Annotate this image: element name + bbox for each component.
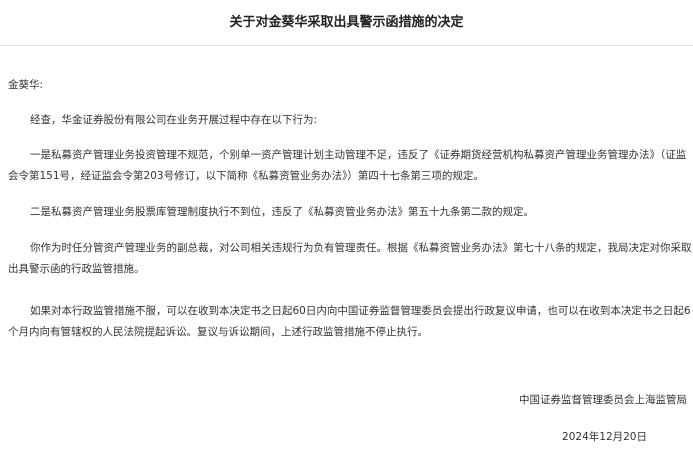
- title-divider: [0, 45, 693, 46]
- issue-date: 2024年12月20日: [562, 431, 647, 443]
- paragraph-violation-2: 二是私募资产管理业务股票库管理制度执行不到位，违反了《私募资管业务办法》第五十九…: [30, 206, 534, 218]
- paragraph-findings-intro: 经查，华金证券股份有限公司在业务开展过程中存在以下行为:: [30, 114, 318, 126]
- salutation: 金葵华:: [8, 79, 44, 91]
- paragraph-decision: 你作为时任分管资产管理业务的副总裁，对公司相关违规行为负有管理责任。根据《私募资…: [8, 242, 692, 275]
- paragraph-appeal-rights: 如果对本行政监管措施不服，可以在收到本决定书之日起60日内向中国证券监督管理委员…: [8, 305, 691, 338]
- document-page: 关于对金葵华采取出具警示函措施的决定 金葵华: 经查，华金证券股份有限公司在业务…: [0, 0, 693, 461]
- paragraph-violation-1: 一是私募资产管理业务投资管理不规范，个别单一资产管理计划主动管理不足，违反了《证…: [8, 149, 687, 182]
- issuing-authority: 中国证券监督管理委员会上海监管局: [519, 394, 687, 406]
- document-title: 关于对金葵华采取出具警示函措施的决定: [229, 15, 464, 30]
